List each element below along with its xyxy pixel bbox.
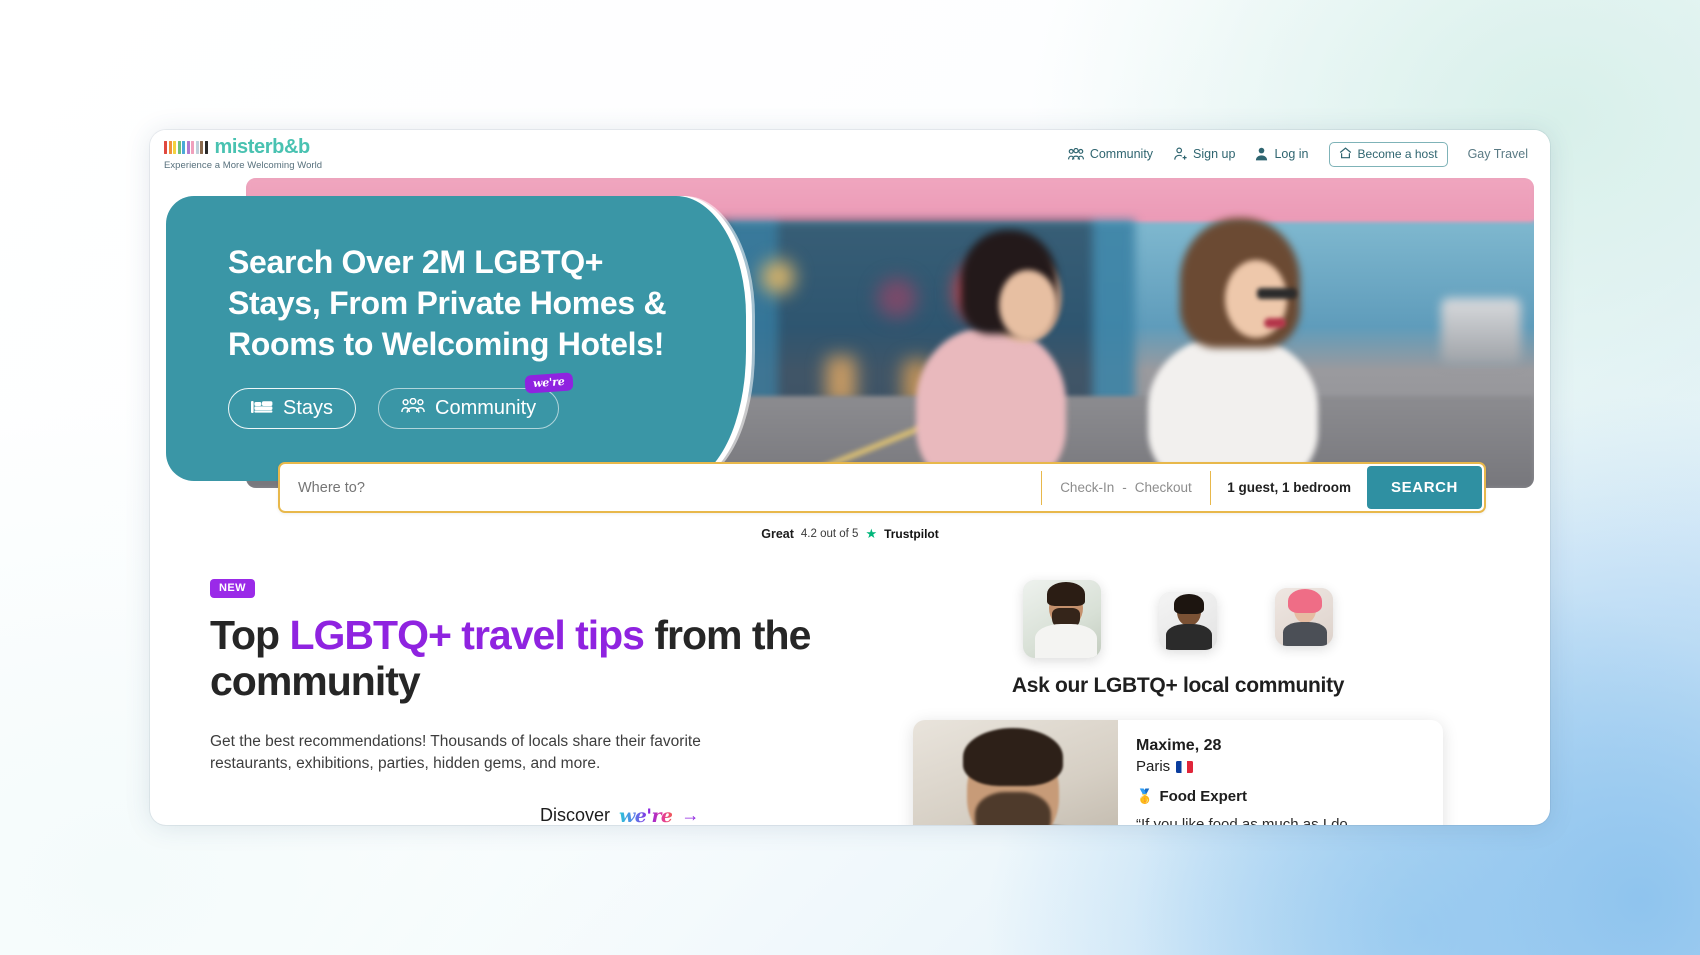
person-icon [1255, 147, 1268, 161]
trustpilot-score: 4.2 out of 5 [800, 528, 859, 540]
trustpilot-verdict: Great [761, 527, 794, 541]
profile-expert-label: Food Expert [1159, 788, 1247, 806]
nav-label-signup: Sign up [1193, 147, 1236, 161]
trustpilot-brand: Trustpilot [884, 527, 939, 541]
star-icon: ★ [865, 526, 878, 541]
toggle-community-label: Community [435, 397, 537, 419]
avatar-laughing-person[interactable] [1159, 592, 1217, 650]
lower-section: NEW Top LGBTQ+ travel tips from the comm… [150, 542, 1550, 825]
community-profile-card[interactable]: Maxime, 28 Paris 🥇 Food Expert “If you l… [913, 720, 1443, 825]
checkout-label: Checkout [1134, 480, 1192, 495]
dates-dash: - [1122, 480, 1127, 495]
profile-name-age: Maxime, 28 [1136, 737, 1222, 754]
person-add-icon [1173, 147, 1187, 161]
people-icon [1067, 147, 1084, 161]
profile-city: Paris [1136, 757, 1425, 777]
host-button-label: Become a host [1357, 147, 1438, 161]
tips-heading-highlight: LGBTQ+ travel tips [289, 612, 645, 658]
tips-heading-part1: Top [210, 612, 290, 658]
community-heading: Ask our LGBTQ+ local community [1011, 674, 1345, 697]
search-destination-input[interactable] [280, 479, 1041, 496]
avatar-pink-hair-person[interactable] [1275, 588, 1333, 646]
community-avatars [850, 578, 1506, 658]
medal-icon: 🥇 [1136, 788, 1154, 805]
new-badge: NEW [210, 579, 255, 598]
were-badge: we're [523, 372, 573, 394]
discover-wordmark: we're [619, 804, 673, 825]
profile-quote: “If you like food as much as I do, [1136, 816, 1352, 825]
browser-window: misterb&b Experience a More Welcoming Wo… [150, 130, 1550, 825]
checkin-label: Check-In [1060, 480, 1115, 495]
toggle-community[interactable]: Community we're [378, 372, 573, 429]
search-bar: Check-In - Checkout 1 guest, 1 bedroom S… [278, 462, 1486, 513]
discover-label: Discover [540, 805, 611, 825]
bed-icon [251, 397, 273, 420]
nav-item-gay-travel[interactable]: Gay Travel [1468, 147, 1528, 161]
search-dates-field[interactable]: Check-In - Checkout [1042, 480, 1210, 495]
search-submit-button[interactable]: SEARCH [1367, 466, 1482, 509]
profile-expert-badge: 🥇 Food Expert [1136, 788, 1425, 805]
nav-links: Community Sign up Log in Become a host G… [1067, 141, 1528, 167]
nav-item-community[interactable]: Community [1067, 147, 1154, 161]
brand-logo[interactable]: misterb&b Experience a More Welcoming Wo… [158, 137, 322, 171]
arrow-right-icon: → [681, 805, 700, 825]
hero-title: Search Over 2M LGBTQ+ Stays, From Privat… [228, 244, 667, 362]
france-flag-icon [1176, 760, 1194, 773]
avatar-bearded-man[interactable] [1023, 580, 1101, 658]
top-navigation-bar: misterb&b Experience a More Welcoming Wo… [150, 130, 1550, 178]
trustpilot-rating[interactable]: Great 4.2 out of 5 ★ Trustpilot [150, 526, 1550, 542]
community-column: Ask our LGBTQ+ local community Maxime, 2… [850, 578, 1506, 825]
nav-item-signup[interactable]: Sign up [1173, 147, 1235, 161]
travel-tips-column: NEW Top LGBTQ+ travel tips from the comm… [210, 578, 830, 825]
rainbow-bars-icon [164, 140, 208, 154]
toggle-stays-label: Stays [283, 397, 334, 419]
brand-name: misterb&b [214, 136, 311, 158]
tips-body-text: Get the best recommendations! Thousands … [210, 732, 701, 772]
profile-city-label: Paris [1136, 757, 1171, 775]
discover-link[interactable]: Discover we're → [540, 805, 830, 825]
profile-photo [913, 720, 1118, 825]
hero-teal-panel: Search Over 2M LGBTQ+ Stays, From Privat… [166, 196, 746, 481]
hero-toggle-group: Stays Community we're [228, 372, 573, 429]
nav-label-login: Log in [1274, 147, 1309, 161]
search-guests-field[interactable]: 1 guest, 1 bedroom [1211, 480, 1367, 495]
hero-section: Search Over 2M LGBTQ+ Stays, From Privat… [166, 178, 1534, 513]
home-icon [1339, 146, 1352, 162]
brand-tagline: Experience a More Welcoming World [164, 160, 323, 171]
nav-label-community: Community [1089, 147, 1154, 161]
nav-item-login[interactable]: Log in [1255, 147, 1309, 161]
tips-heading: Top LGBTQ+ travel tips from the communit… [210, 612, 830, 705]
toggle-stays[interactable]: Stays [228, 388, 357, 429]
become-a-host-button[interactable]: Become a host [1328, 141, 1448, 167]
profile-info: Maxime, 28 Paris 🥇 Food Expert “If you l… [1118, 720, 1443, 825]
people-icon [401, 397, 425, 420]
